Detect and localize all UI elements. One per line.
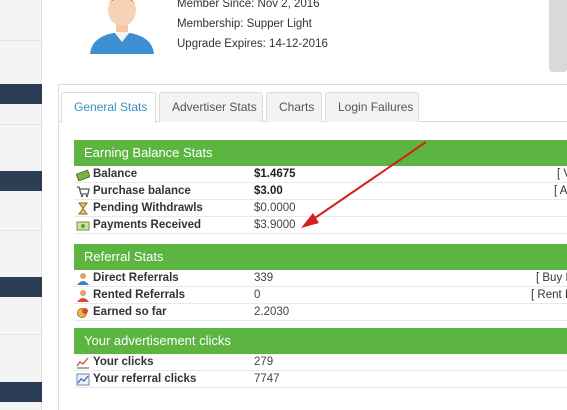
buy-referrals-link[interactable]: [ Buy I xyxy=(536,270,567,287)
your-clicks-value: 279 xyxy=(254,356,274,368)
sidebar-divider xyxy=(0,230,42,231)
your-referral-clicks-value: 7747 xyxy=(254,373,280,385)
rented-referrals-value: 0 xyxy=(254,289,261,301)
payments-received-value: $3.9000 xyxy=(254,219,296,231)
referral-section: Referral Stats Direct Referrals 339 [ Bu… xyxy=(74,244,567,321)
money-stack-icon xyxy=(76,221,90,231)
purchase-balance-value: $3.00 xyxy=(254,185,283,197)
upgrade-expires: Upgrade Expires: 14-12-2016 xyxy=(177,38,328,50)
table-row: Your referral clicks 7747 xyxy=(74,371,567,388)
table-row: Your clicks 279 xyxy=(74,354,567,371)
row-label: Your clicks xyxy=(93,356,154,368)
pending-withdrawals-value: $0.0000 xyxy=(254,202,296,214)
table-row: Payments Received $3.9000 xyxy=(74,217,567,234)
shopping-cart-icon xyxy=(77,186,90,198)
table-row: Purchase balance $3.00 [ A xyxy=(74,183,567,200)
ad-clicks-section: Your advertisement clicks Your clicks 27… xyxy=(74,328,567,388)
row-label: Direct Referrals xyxy=(93,272,179,284)
money-icon xyxy=(76,169,90,181)
earning-balance-title: Earning Balance Stats xyxy=(74,140,567,166)
hourglass-icon xyxy=(78,202,88,215)
tab-advertiser-stats[interactable]: Advertiser Stats xyxy=(159,92,263,122)
row-label: Earned so far xyxy=(93,306,167,318)
membership-level: Membership: Supper Light xyxy=(177,18,312,30)
row-label: Balance xyxy=(93,168,138,180)
avatar xyxy=(90,0,154,54)
table-row: Rented Referrals 0 [ Rent I xyxy=(74,287,567,304)
tab-charts[interactable]: Charts xyxy=(266,92,322,122)
tab-general-stats[interactable]: General Stats xyxy=(61,92,156,123)
row-label: Pending Withdrawls xyxy=(93,202,203,214)
chart-line-icon xyxy=(76,357,89,369)
user-icon xyxy=(77,273,89,285)
ad-clicks-title: Your advertisement clicks xyxy=(74,328,567,354)
member-info: Member Since: Nov 2, 2016 Membership: Su… xyxy=(177,0,328,54)
sidebar-item[interactable] xyxy=(0,84,42,104)
tab-login-failures[interactable]: Login Failures xyxy=(325,92,419,122)
member-since: Member Since: Nov 2, 2016 xyxy=(177,0,320,10)
sidebar-item[interactable] xyxy=(0,277,42,297)
sidebar-item[interactable] xyxy=(0,171,42,191)
user-red-icon xyxy=(77,290,89,302)
table-row: Pending Withdrawls $0.0000 xyxy=(74,200,567,217)
sidebar-divider xyxy=(0,40,42,41)
sidebar xyxy=(0,0,42,410)
referral-title: Referral Stats xyxy=(74,244,567,270)
row-label: Your referral clicks xyxy=(93,373,197,385)
rent-referrals-link[interactable]: [ Rent I xyxy=(531,287,567,304)
coins-icon xyxy=(77,308,88,318)
table-row: Direct Referrals 339 [ Buy I xyxy=(74,270,567,287)
table-row: Balance $1.4675 [ V xyxy=(74,166,567,183)
sidebar-item[interactable] xyxy=(0,382,42,402)
row-label: Payments Received xyxy=(93,219,202,231)
direct-referrals-value: 339 xyxy=(254,272,274,284)
sidebar-divider xyxy=(0,334,42,335)
row-action-link[interactable]: [ V xyxy=(557,166,567,183)
earned-so-far-value: 2.2030 xyxy=(254,306,290,318)
side-scroll-panel[interactable] xyxy=(549,0,567,72)
sidebar-divider xyxy=(0,124,42,125)
row-label: Purchase balance xyxy=(93,185,191,197)
row-action-link[interactable]: [ A xyxy=(554,183,567,200)
chart-icon xyxy=(76,373,90,386)
balance-value: $1.4675 xyxy=(254,168,296,180)
earning-balance-section: Earning Balance Stats Balance $1.4675 [ … xyxy=(74,140,567,234)
table-row: Earned so far 2.2030 xyxy=(74,304,567,321)
row-label: Rented Referrals xyxy=(93,289,186,301)
